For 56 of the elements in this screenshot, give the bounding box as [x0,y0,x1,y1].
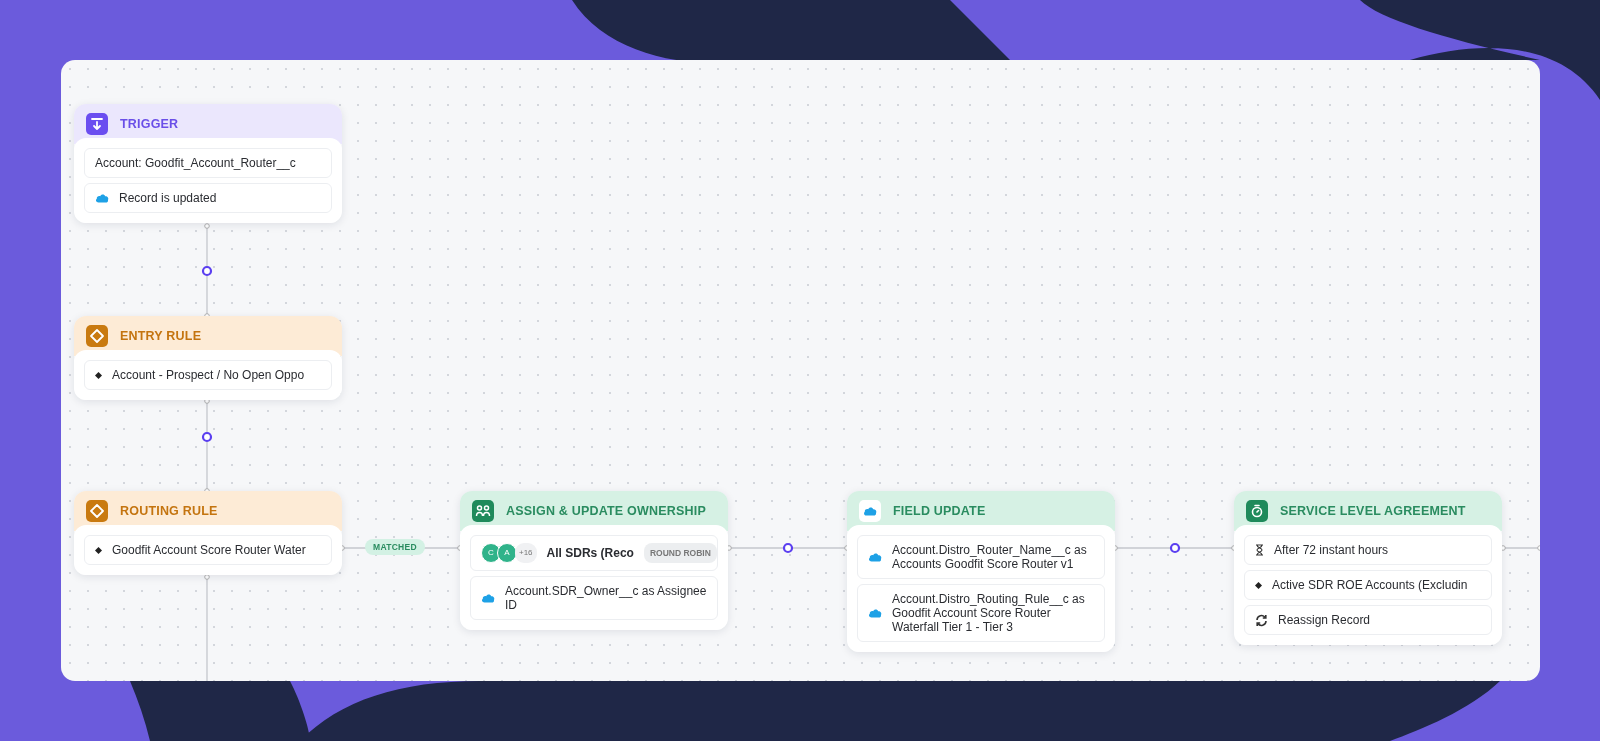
assignee-group: All SDRs (Reco [546,546,634,560]
add-step-handle[interactable] [782,542,794,554]
diamond-icon [95,371,102,379]
node-row[interactable]: Reassign Record [1244,605,1492,635]
flow-node[interactable]: ASSIGN & UPDATE OWNERSHIP C A +16 All SDRs (Reco ROUND ROBIN Account.SDR_Owner__c as Assignee ID [460,491,728,630]
node-row[interactable]: Account.Distro_Router_Name__c as Accounts Goodfit Score Router v1 [857,535,1105,579]
assignee-row[interactable]: C A +16 All SDRs (Reco ROUND ROBIN [470,535,718,571]
node-title: ROUTING RULE [120,504,218,518]
node-row[interactable]: Account.Distro_Routing_Rule__c as Goodfit Account Score Router Waterfall Tier 1 - Tier 3 [857,584,1105,642]
row-text: Reassign Record [1278,613,1371,627]
add-step-handle[interactable] [201,265,213,277]
stopwatch-icon [1246,500,1268,522]
cloud-icon [95,193,109,203]
node-row[interactable]: Active SDR ROE Accounts (Excludin [1244,570,1492,600]
diamond-icon [1255,581,1262,589]
more-count: +16 [515,543,537,563]
node-row[interactable]: Record is updated [84,183,332,213]
node-row[interactable]: Goodfit Account Score Router Water [84,535,332,565]
row-text: Account.SDR_Owner__c as Assignee ID [505,584,707,612]
cloud-icon [859,500,881,522]
hourglass-icon [1255,544,1264,556]
node-row[interactable]: Account - Prospect / No Open Oppo [84,360,332,390]
matched-label: MATCHED [365,539,425,555]
cloud-icon [868,608,882,618]
row-text: Goodfit Account Score Router Water [112,543,306,557]
node-row[interactable]: Account.SDR_Owner__c as Assignee ID [470,576,718,620]
avatar: C [481,543,501,563]
add-step-handle[interactable] [1169,542,1181,554]
node-row[interactable]: Account: Goodfit_Account_Router__c [84,148,332,178]
row-text: Active SDR ROE Accounts (Excludin [1272,578,1468,592]
node-title: TRIGGER [120,117,179,131]
flow-node[interactable]: ENTRY RULE Account - Prospect / No Open Oppo [74,316,342,400]
download-icon [86,113,108,135]
node-title: FIELD UPDATE [893,504,986,518]
row-text: Account.Distro_Router_Name__c as Accounts Goodfit Score Router v1 [892,543,1088,571]
row-text: Account.Distro_Routing_Rule__c as Goodfit Account Score Router Waterfall Tier 1 - Tier 3 [892,592,1086,634]
avatar: A [497,543,517,563]
flow-node[interactable]: ROUTING RULE Goodfit Account Score Router Water [74,491,342,575]
node-row[interactable]: After 72 instant hours [1244,535,1492,565]
cloud-icon [481,593,495,603]
refresh-icon [1255,613,1268,627]
diamond-icon [95,546,102,554]
row-text: Account: Goodfit_Account_Router__c [95,156,296,170]
node-title: SERVICE LEVEL AGREEMENT [1280,504,1466,518]
node-title: ENTRY RULE [120,329,202,343]
round-robin-tag: ROUND ROBIN [643,543,717,563]
flow-node[interactable]: TRIGGER Account: Goodfit_Account_Router__c Record is updated [74,104,342,223]
cloud-icon [868,552,882,562]
add-step-handle[interactable] [201,431,213,443]
row-text: Record is updated [119,191,217,205]
row-text: After 72 instant hours [1274,543,1389,557]
flow-node[interactable]: SERVICE LEVEL AGREEMENT After 72 instant hours Active SDR ROE Accounts (Excludin Reassign Record [1234,491,1502,645]
row-text: Account - Prospect / No Open Oppo [112,368,305,382]
flow-node[interactable]: FIELD UPDATE Account.Distro_Router_Name__c as Accounts Goodfit Score Router v1 Account.Distro_Routing_Rule__c as Goodfit Account Score Router Waterfall Tier 1 - Tier 3 [847,491,1115,652]
people-icon [472,500,494,522]
node-title: ASSIGN & UPDATE OWNERSHIP [506,504,706,518]
